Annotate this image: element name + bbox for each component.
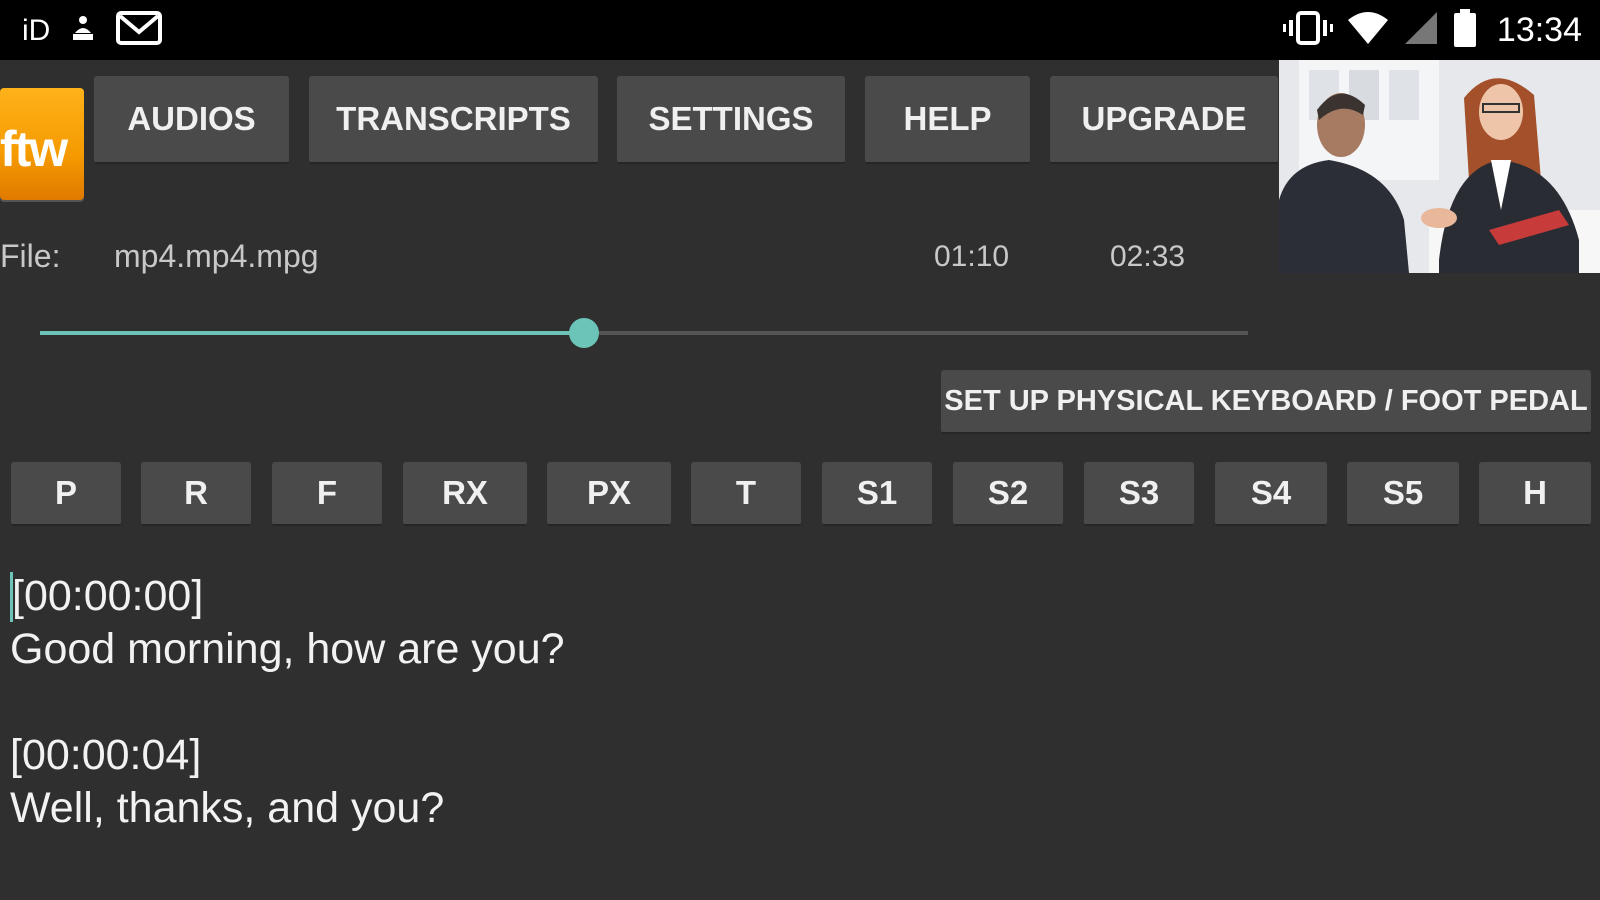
transcript-line-text: [00:00:00] [12,572,204,620]
shortcut-key-px[interactable]: PX [547,462,671,526]
shortcut-key-rx[interactable]: RX [403,462,527,526]
vibrate-icon [1282,8,1333,53]
status-time: 13:34 [1496,11,1582,49]
shortcut-key-p[interactable]: P [11,462,121,526]
transcript-editor[interactable]: [00:00:00] Good morning, how are you? [00:… [10,570,1570,835]
setup-keyboard-foot-pedal-button[interactable]: SET UP PHYSICAL KEYBOARD / FOOT PEDAL [941,370,1591,434]
transcript-line: Well, thanks, and you? [10,782,1570,835]
shortcut-key-f[interactable]: F [272,462,382,526]
shortcut-key-s5[interactable]: S5 [1347,462,1459,526]
video-preview[interactable] [1279,60,1600,273]
nav-audios-button[interactable]: AUDIOS [94,76,289,164]
transcript-blank-line [10,676,1570,729]
status-bar: iD 13:34 [0,0,1600,60]
status-bar-right: 13:34 [1282,8,1582,53]
file-name: mp4.mp4.mpg [114,238,319,274]
seek-bar-progress [40,331,584,335]
shortcut-key-s4[interactable]: S4 [1215,462,1327,526]
nav-help-button[interactable]: HELP [865,76,1030,164]
shortcut-key-s3[interactable]: S3 [1084,462,1194,526]
transcript-line-text: Well, thanks, and you? [10,784,445,832]
status-app-id: iD [22,13,51,47]
transcript-line-text: [00:00:04] [10,731,202,779]
seek-bar[interactable] [40,318,1248,348]
shortcut-key-h[interactable]: H [1479,462,1591,526]
status-bar-left: iD [22,10,163,51]
file-label: File: [0,238,61,274]
nav-transcripts-button[interactable]: TRANSCRIPTS [309,76,598,164]
gmail-icon [116,10,163,51]
seek-bar-thumb[interactable] [568,318,599,348]
signal-icon [1403,10,1439,51]
person-upload-icon [70,13,96,48]
battery-icon [1453,8,1477,53]
shortcut-key-r[interactable]: R [141,462,251,526]
shortcut-key-s2[interactable]: S2 [953,462,1063,526]
nav-settings-button[interactable]: SETTINGS [617,76,845,164]
shortcut-key-s1[interactable]: S1 [822,462,932,526]
total-time: 02:33 [1110,240,1186,273]
video-frame-image [1279,60,1600,273]
nav-upgrade-button[interactable]: UPGRADE [1050,76,1278,164]
transcript-line-text: Good morning, how are you? [10,625,565,673]
transcript-line: Good morning, how are you? [10,623,1570,676]
shortcut-key-t[interactable]: T [691,462,801,526]
current-time: 01:10 [934,240,1010,273]
transcript-line: [00:00:04] [10,729,1570,782]
transcript-line: [00:00:00] [10,570,1570,623]
app-logo-text: ftw [0,121,68,177]
shortcut-keys-row: P R F RX PX T S1 S2 S3 S4 S5 H [0,462,1600,526]
app-logo[interactable]: ftw [0,78,86,208]
wifi-icon [1347,10,1389,51]
